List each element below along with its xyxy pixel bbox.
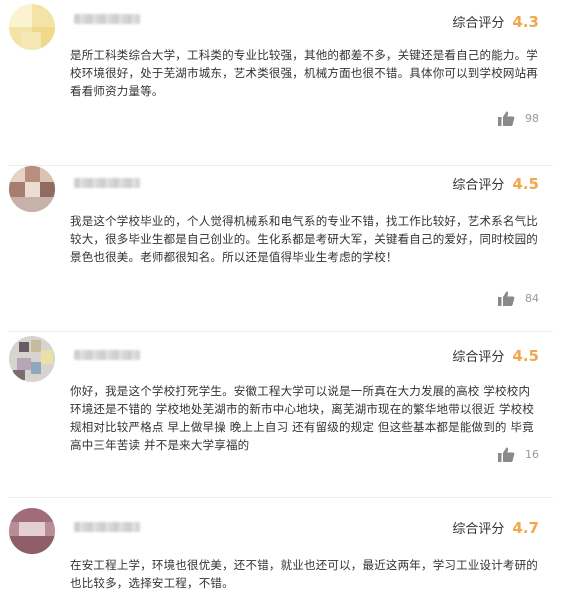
overall-score: 综合评分 4.7 — [452, 518, 539, 537]
username-blurred[interactable] — [74, 14, 140, 24]
like-count: 98 — [525, 112, 539, 125]
score-label: 综合评分 — [452, 16, 505, 31]
username-blurred[interactable] — [74, 522, 140, 532]
score-value: 4.5 — [512, 175, 539, 193]
review-text: 在安工程上学，环境也很优美，还不错，就业也还可以，最近这两年，学习工业设计考研的… — [70, 558, 538, 590]
username-blurred[interactable] — [74, 350, 140, 360]
avatar[interactable] — [9, 336, 55, 382]
like-button[interactable]: 98 — [498, 111, 539, 126]
score-value: 4.5 — [512, 347, 539, 365]
review-text: 是所工科类综合大学，工科类的专业比较强，其他的都差不多，关键还是看自己的能力。学… — [70, 48, 538, 98]
score-value: 4.7 — [512, 519, 539, 537]
thumbs-up-icon — [498, 291, 515, 306]
avatar[interactable] — [9, 508, 55, 554]
review-text: 你好，我是这个学校打死学生。安徽工程大学可以说是一所真在大力发展的高校 学校校内… — [70, 384, 535, 452]
username-blurred[interactable] — [74, 178, 140, 188]
overall-score: 综合评分 4.5 — [452, 346, 539, 365]
thumbs-up-icon — [498, 447, 515, 462]
review-text: 我是这个学校毕业的，个人觉得机械系和电气系的专业不错，找工作比较好，艺术系名气比… — [70, 214, 538, 264]
review-card: 综合评分 4.5 你好，我是这个学校打死学生。安徽工程大学可以说是一所真在大力发… — [0, 332, 561, 498]
like-count: 84 — [525, 292, 539, 305]
review-card: 综合评分 4.3 是所工科类综合大学，工科类的专业比较强，其他的都差不多，关键还… — [0, 0, 561, 166]
overall-score: 综合评分 4.3 — [452, 12, 539, 31]
overall-score: 综合评分 4.5 — [452, 174, 539, 193]
review-card: 综合评分 4.5 我是这个学校毕业的，个人觉得机械系和电气系的专业不错，找工作比… — [0, 166, 561, 332]
score-label: 综合评分 — [452, 522, 505, 537]
score-label: 综合评分 — [452, 178, 505, 193]
avatar[interactable] — [9, 4, 55, 50]
review-card: 综合评分 4.7 在安工程上学，环境也很优美，还不错，就业也还可以，最近这两年，… — [0, 498, 561, 600]
like-count: 16 — [525, 448, 539, 461]
thumbs-up-icon — [498, 111, 515, 126]
like-button[interactable]: 84 — [498, 291, 539, 306]
avatar[interactable] — [9, 166, 55, 212]
score-value: 4.3 — [512, 13, 539, 31]
like-button[interactable]: 16 — [498, 447, 539, 462]
score-label: 综合评分 — [452, 350, 505, 365]
